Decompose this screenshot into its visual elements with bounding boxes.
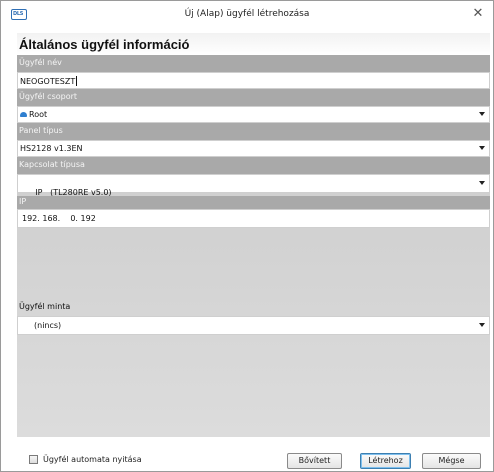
- window-title: Új (Alap) ügyfél létrehozása: [184, 9, 310, 19]
- customer-template-label: Ügyfél minta: [19, 302, 71, 311]
- customer-group-select[interactable]: Root: [17, 106, 490, 123]
- ip-label: IP: [17, 196, 490, 209]
- customer-template-select[interactable]: (nincs): [17, 316, 490, 335]
- auto-open-checkbox[interactable]: [29, 455, 38, 464]
- text-caret: [76, 76, 78, 86]
- cancel-button[interactable]: Mégse: [422, 453, 481, 469]
- customer-form: Általános ügyfél információ Ügyfél név N…: [17, 33, 490, 437]
- customer-group-label: Ügyfél csoport: [17, 89, 490, 106]
- connection-type-label: Kapcsolat típusa: [17, 157, 490, 174]
- panel-type-value: HS2128 v1.3EN: [20, 144, 83, 153]
- expand-button[interactable]: Bővített: [287, 453, 342, 469]
- chevron-down-icon: [479, 146, 485, 150]
- chevron-down-icon: [479, 181, 485, 185]
- close-icon[interactable]: ✕: [471, 7, 485, 21]
- dialog-window: DLS Új (Alap) ügyfél létrehozása ✕ Által…: [0, 0, 494, 472]
- folder-icon: [20, 112, 27, 117]
- connection-type-select[interactable]: IP (TL280RE v5.0): [17, 174, 490, 197]
- ip-address-input[interactable]: 192. 168. 0. 192: [17, 209, 490, 228]
- footer-bar: Ügyfél automata nyitása Bővített Létreho…: [17, 451, 490, 469]
- title-bar[interactable]: DLS Új (Alap) ügyfél létrehozása ✕: [1, 1, 493, 29]
- customer-name-label: Ügyfél név: [17, 55, 490, 72]
- panel-type-select[interactable]: HS2128 v1.3EN: [17, 140, 490, 157]
- customer-group-value: Root: [29, 110, 48, 119]
- customer-name-value: NEOGOTESZT: [20, 77, 76, 86]
- customer-name-input[interactable]: NEOGOTESZT: [17, 72, 490, 89]
- panel-type-label: Panel típus: [17, 123, 490, 140]
- auto-open-label: Ügyfél automata nyitása: [43, 455, 142, 464]
- create-button[interactable]: Létrehoz: [360, 453, 411, 469]
- chevron-down-icon: [479, 112, 485, 116]
- section-title: Általános ügyfél információ: [17, 33, 490, 55]
- customer-template-value: (nincs): [34, 321, 62, 330]
- chevron-down-icon: [479, 323, 485, 327]
